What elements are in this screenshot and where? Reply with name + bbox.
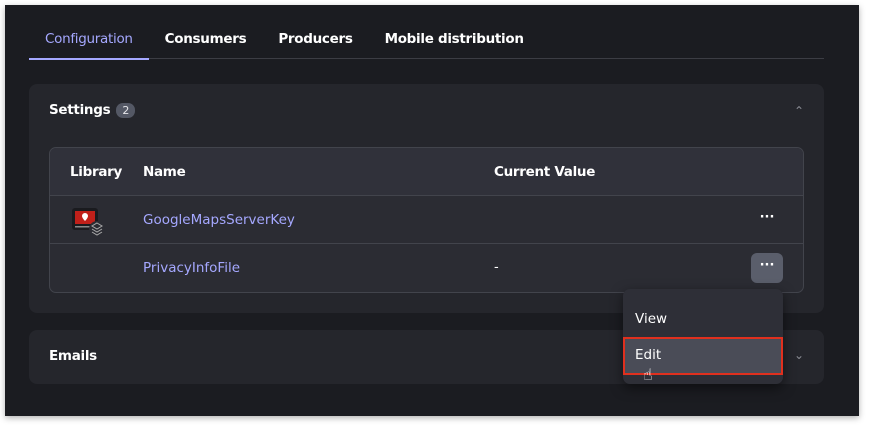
tab-configuration[interactable]: Configuration [29,25,149,60]
settings-table: Library Name Current Value GoogleMapsSer… [49,147,804,293]
menu-item-view[interactable]: View [623,301,783,339]
column-current-value: Current Value [494,164,596,180]
column-name: Name [143,164,186,180]
row-actions-button[interactable]: ··· [751,205,783,235]
tab-producers[interactable]: Producers [262,25,368,59]
setting-name-link[interactable]: PrivacyInfoFile [143,260,240,276]
table-header: Library Name Current Value [50,148,803,196]
settings-count-badge: 2 [116,103,136,118]
library-map-icon [72,208,105,237]
setting-name-link[interactable]: GoogleMapsServerKey [143,212,295,228]
table-row: PrivacyInfoFile - ··· [50,244,803,292]
setting-value: - [494,260,499,275]
chevron-up-icon[interactable]: ⌃ [794,104,804,118]
settings-title: Settings [49,102,111,118]
column-library: Library [70,164,123,180]
row-actions-menu: View Edit ☝ [623,289,783,384]
settings-panel: Settings 2 ⌃ Library Name Current Value G… [29,84,824,313]
tab-consumers[interactable]: Consumers [149,25,263,59]
emails-title: Emails [49,348,97,364]
table-row: GoogleMapsServerKey ··· [50,196,803,244]
settings-header[interactable]: Settings 2 [49,102,136,118]
tab-bar: Configuration Consumers Producers Mobile… [29,25,824,60]
chevron-down-icon[interactable]: ⌄ [794,348,804,362]
hand-cursor-icon: ☝ [643,365,653,384]
tab-mobile-distribution[interactable]: Mobile distribution [369,25,540,59]
app-window: Configuration Consumers Producers Mobile… [5,5,859,416]
row-actions-button[interactable]: ··· [751,253,783,283]
